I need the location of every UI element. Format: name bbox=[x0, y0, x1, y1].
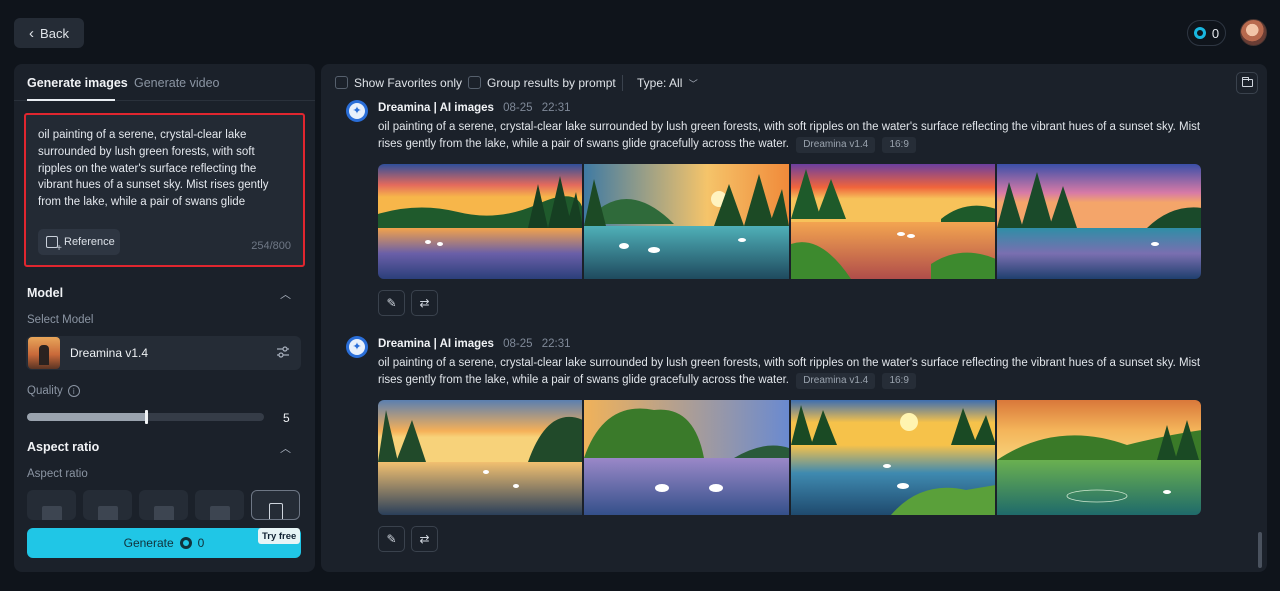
generated-image[interactable] bbox=[790, 164, 995, 279]
quality-label: Quality bbox=[27, 385, 63, 397]
generate-tabs: Generate images Generate video bbox=[14, 64, 315, 101]
generate-label: Generate bbox=[123, 536, 174, 550]
coin-icon bbox=[1193, 27, 1206, 39]
aspect-ratio-label: Aspect ratio bbox=[27, 468, 88, 480]
chevron-up-icon[interactable]: ︿ bbox=[280, 440, 291, 456]
result-header: Dreamina | AI images 08-25 22:31 bbox=[378, 338, 571, 350]
aspect-ratio-option[interactable] bbox=[27, 490, 76, 520]
model-thumbnail bbox=[28, 337, 60, 369]
select-model-label: Select Model bbox=[27, 314, 94, 326]
result-date: 08-25 bbox=[503, 338, 533, 350]
edit-icon[interactable]: ✎ bbox=[378, 290, 405, 316]
result-header: Dreamina | AI images 08-25 22:31 bbox=[378, 102, 571, 114]
regenerate-icon[interactable]: ⇄ bbox=[411, 290, 438, 316]
coin-icon bbox=[179, 537, 192, 549]
model-name: Dreamina v1.4 bbox=[70, 346, 149, 360]
back-label: Back bbox=[40, 25, 69, 41]
group-filter-label[interactable]: Group results by prompt bbox=[487, 76, 616, 90]
quality-label-row: Quality i bbox=[27, 385, 80, 397]
result-source-name: Dreamina | AI images bbox=[378, 338, 494, 350]
result-source-name: Dreamina | AI images bbox=[378, 102, 494, 114]
chevron-down-icon: ﹀ bbox=[688, 79, 698, 89]
filter-bar: Show Favorites only Group results by pro… bbox=[321, 64, 1267, 100]
generated-image[interactable] bbox=[584, 400, 789, 515]
avatar[interactable] bbox=[1240, 19, 1267, 46]
model-section-title: Model bbox=[27, 286, 64, 300]
credits-badge[interactable]: 0 bbox=[1187, 20, 1226, 46]
result-image-grid bbox=[378, 164, 1201, 279]
quality-slider[interactable] bbox=[27, 410, 264, 424]
top-bar: ‹ Back 0 bbox=[0, 0, 1280, 64]
result-actions: ✎ ⇄ bbox=[378, 526, 448, 552]
generated-image[interactable] bbox=[790, 400, 995, 515]
chevron-up-icon[interactable]: ︿ bbox=[280, 286, 291, 302]
quality-slider-handle[interactable] bbox=[144, 410, 148, 424]
result-time: 22:31 bbox=[541, 338, 571, 350]
generated-image[interactable] bbox=[996, 400, 1201, 515]
aspect-ratio-shape bbox=[269, 503, 283, 519]
try-free-badge: Try free bbox=[258, 528, 301, 544]
type-filter-dropdown[interactable]: Type: All ﹀ bbox=[637, 76, 698, 90]
result-time: 22:31 bbox=[541, 102, 571, 114]
model-chip: Dreamina v1.4 bbox=[796, 136, 876, 153]
aspect-ratio-section-title: Aspect ratio bbox=[27, 440, 100, 454]
quality-value: 5 bbox=[283, 411, 290, 425]
back-button[interactable]: ‹ Back bbox=[14, 18, 84, 48]
result-prompt[interactable]: oil painting of a serene, crystal-clear … bbox=[378, 355, 1204, 389]
dreamina-logo-icon: ✦ bbox=[346, 100, 368, 122]
result-prompt[interactable]: oil painting of a serene, crystal-clear … bbox=[378, 119, 1204, 153]
settings-sliders-icon[interactable] bbox=[276, 345, 290, 359]
aspect-ratio-shape bbox=[154, 506, 174, 520]
edit-icon[interactable]: ✎ bbox=[378, 526, 405, 552]
folder-button[interactable] bbox=[1236, 72, 1258, 94]
aspect-ratio-shape bbox=[98, 506, 118, 520]
generate-cost: 0 bbox=[197, 536, 205, 550]
tab-generate-images[interactable]: Generate images bbox=[27, 76, 128, 90]
group-checkbox[interactable] bbox=[468, 76, 481, 89]
favorites-checkbox[interactable] bbox=[335, 76, 348, 89]
results-panel: Show Favorites only Group results by pro… bbox=[321, 64, 1267, 572]
generated-image[interactable] bbox=[378, 164, 583, 279]
aspect-ratio-option[interactable] bbox=[83, 490, 132, 520]
aspect-ratio-shape bbox=[42, 506, 62, 520]
result-date: 08-25 bbox=[503, 102, 533, 114]
generated-image[interactable] bbox=[996, 164, 1201, 279]
result-prompt-text: oil painting of a serene, crystal-clear … bbox=[378, 357, 1201, 386]
dreamina-logo-icon: ✦ bbox=[346, 336, 368, 358]
divider bbox=[622, 75, 623, 91]
info-icon[interactable]: i bbox=[67, 385, 80, 397]
regenerate-icon[interactable]: ⇄ bbox=[411, 526, 438, 552]
aspect-ratio-option[interactable] bbox=[195, 490, 244, 520]
favorites-filter-label[interactable]: Show Favorites only bbox=[354, 76, 462, 90]
generate-panel: Generate images Generate video oil paint… bbox=[14, 64, 315, 572]
result-image-grid bbox=[378, 400, 1201, 515]
model-selector[interactable]: Dreamina v1.4 bbox=[26, 336, 301, 370]
reference-label: Reference bbox=[64, 236, 115, 248]
credits-count: 0 bbox=[1211, 25, 1220, 41]
chevron-left-icon: ‹ bbox=[29, 24, 35, 42]
model-chip: Dreamina v1.4 bbox=[796, 372, 876, 389]
folder-icon bbox=[1241, 77, 1253, 87]
scrollbar[interactable] bbox=[1258, 532, 1262, 568]
result-prompt-text: oil painting of a serene, crystal-clear … bbox=[378, 121, 1201, 150]
reference-button[interactable]: Reference bbox=[38, 229, 120, 255]
reference-icon bbox=[46, 236, 62, 254]
prompt-textarea[interactable]: oil painting of a serene, crystal-clear … bbox=[38, 127, 278, 213]
result-actions: ✎ ⇄ bbox=[378, 290, 448, 316]
aspect-ratio-option[interactable] bbox=[139, 490, 188, 520]
tab-generate-video[interactable]: Generate video bbox=[134, 76, 219, 90]
type-filter-label: Type: All bbox=[637, 76, 683, 90]
generated-image[interactable] bbox=[378, 400, 583, 515]
character-count: 254/800 bbox=[251, 240, 291, 252]
quality-slider-fill bbox=[27, 413, 146, 421]
active-tab-indicator bbox=[27, 99, 115, 101]
prompt-input-box[interactable]: oil painting of a serene, crystal-clear … bbox=[24, 113, 305, 267]
ratio-chip: 16:9 bbox=[882, 372, 916, 389]
ratio-chip: 16:9 bbox=[882, 136, 916, 153]
aspect-ratio-shape bbox=[210, 506, 230, 520]
aspect-ratio-option-selected[interactable] bbox=[251, 490, 300, 520]
generated-image[interactable] bbox=[584, 164, 789, 279]
